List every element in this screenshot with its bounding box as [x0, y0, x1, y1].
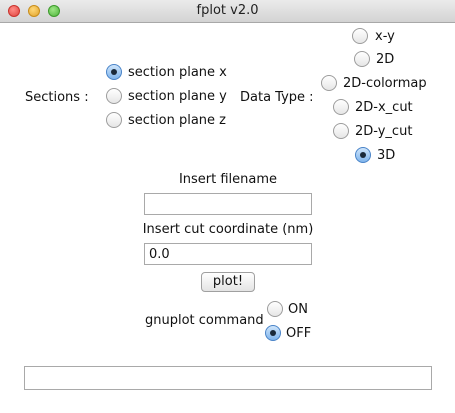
gnuplot-on-radio[interactable]	[267, 301, 283, 317]
data-type-3d-radio[interactable]	[355, 147, 371, 163]
gnuplot-off-label[interactable]: OFF	[286, 326, 311, 341]
cut-coordinate-label: Insert cut coordinate (nm)	[142, 222, 314, 237]
gnuplot-on-label[interactable]: ON	[288, 302, 308, 317]
gnuplot-off-radio[interactable]	[265, 325, 281, 341]
main-panel: Sections : section plane x section plane…	[0, 23, 455, 413]
cut-coordinate-input[interactable]	[144, 243, 312, 265]
data-type-2d-y-cut-radio[interactable]	[333, 123, 349, 139]
data-type-xy-label[interactable]: x-y	[375, 29, 395, 44]
data-type-label: Data Type :	[240, 90, 314, 105]
status-field[interactable]	[24, 366, 432, 390]
data-type-2d-y-cut-label[interactable]: 2D-y_cut	[355, 124, 412, 139]
data-type-2d-label[interactable]: 2D	[376, 52, 394, 67]
data-type-3d-label[interactable]: 3D	[377, 148, 395, 163]
section-y-label[interactable]: section plane y	[128, 89, 227, 104]
gnuplot-command-label: gnuplot command	[145, 313, 264, 328]
data-type-2d-colormap-radio[interactable]	[321, 75, 337, 91]
plot-button[interactable]: plot!	[201, 272, 255, 292]
data-type-2d-x-cut-label[interactable]: 2D-x_cut	[355, 100, 413, 115]
section-z-label[interactable]: section plane z	[128, 113, 226, 128]
section-z-radio[interactable]	[106, 112, 122, 128]
filename-input[interactable]	[144, 193, 312, 215]
data-type-2d-x-cut-radio[interactable]	[333, 99, 349, 115]
sections-label: Sections :	[25, 90, 89, 105]
window-title: fplot v2.0	[196, 3, 259, 18]
section-x-radio[interactable]	[106, 64, 122, 80]
data-type-xy-radio[interactable]	[352, 28, 368, 44]
section-y-radio[interactable]	[106, 88, 122, 104]
section-x-label[interactable]: section plane x	[128, 65, 227, 80]
title-bar: fplot v2.0	[0, 0, 455, 23]
filename-label: Insert filename	[178, 172, 278, 187]
data-type-2d-radio[interactable]	[354, 51, 370, 67]
data-type-2d-colormap-label[interactable]: 2D-colormap	[343, 76, 427, 91]
